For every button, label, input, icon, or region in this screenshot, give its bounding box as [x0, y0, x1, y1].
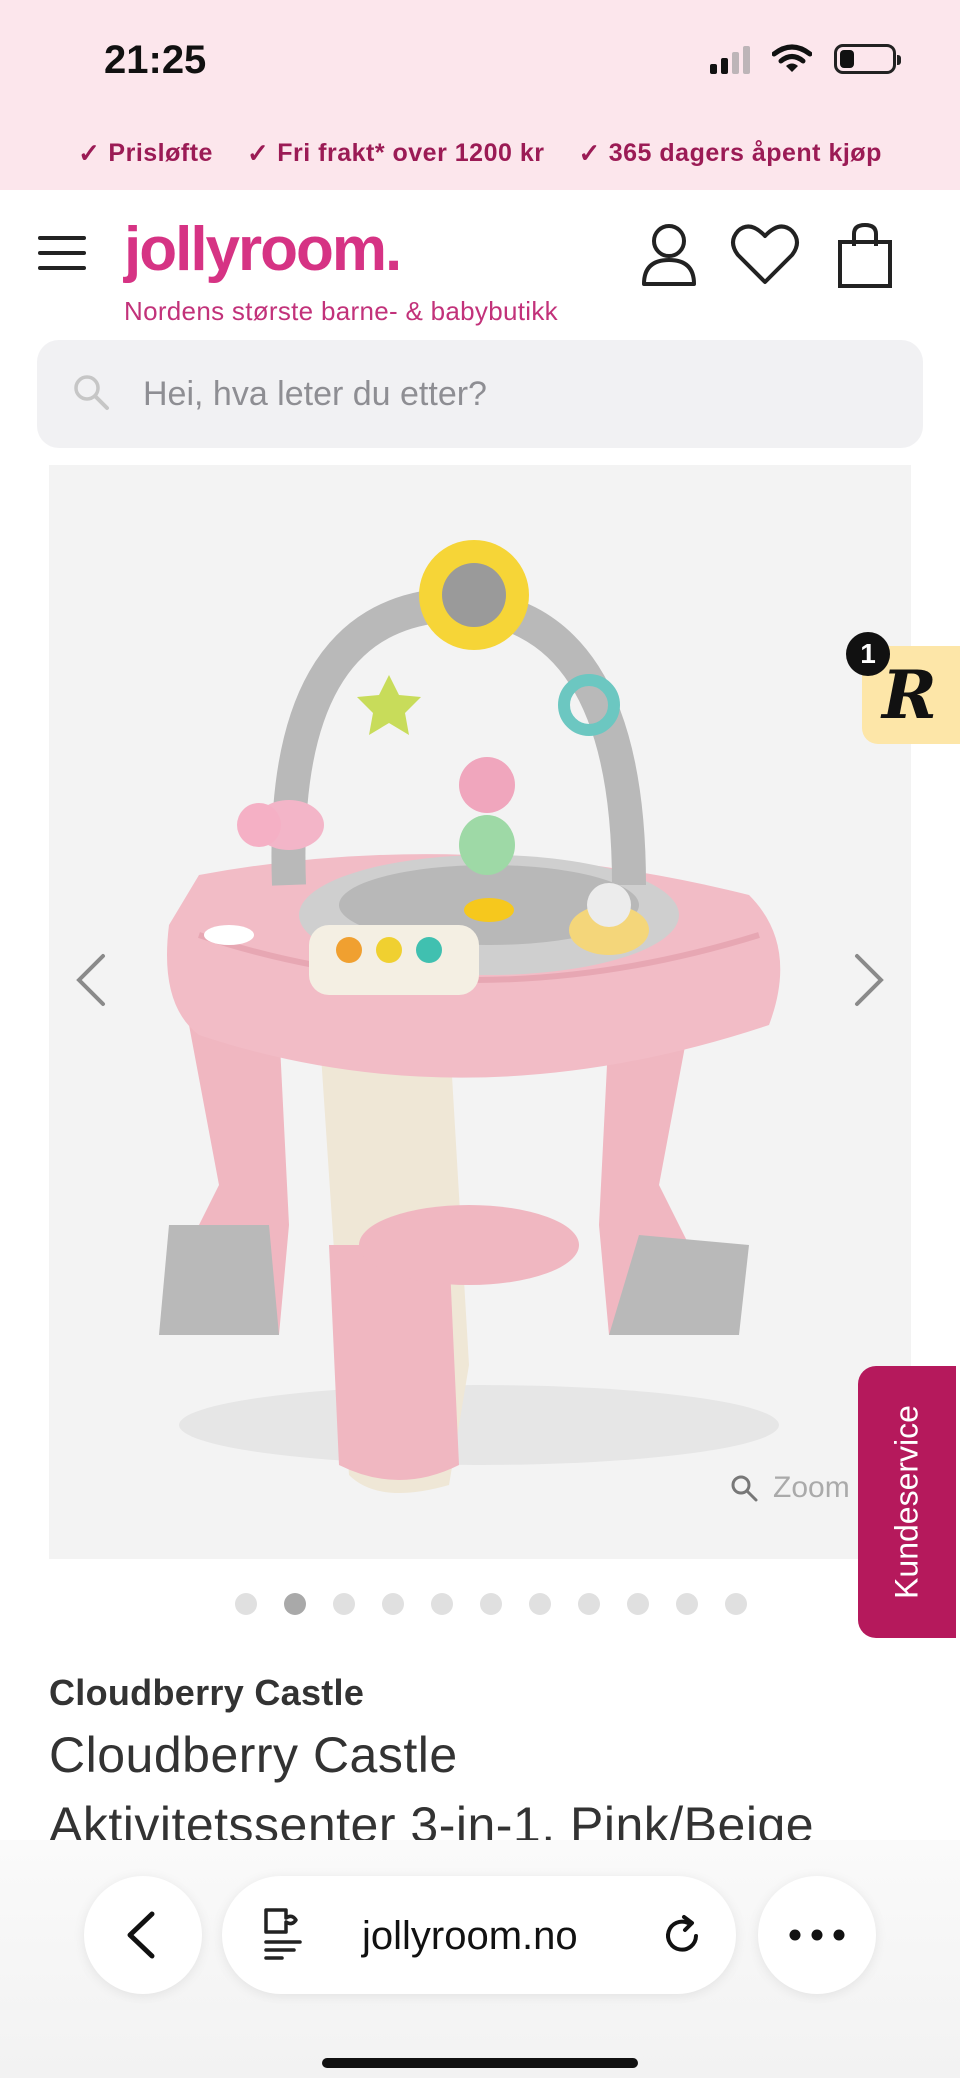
usp-item: ✓ Fri frakt* over 1200 kr: [246, 138, 545, 168]
zoom-button[interactable]: Zoom: [729, 1471, 850, 1505]
back-chevron-icon: [127, 1911, 155, 1959]
browser-more-button[interactable]: [758, 1876, 876, 1994]
product-title: Cloudberry Castle Aktivitetssenter 3-in-…: [49, 1720, 929, 1840]
pagination-dot[interactable]: [333, 1593, 355, 1615]
r-logo-icon: R: [882, 656, 937, 734]
reload-icon[interactable]: [660, 1914, 704, 1958]
browser-address-bar[interactable]: jollyroom.no: [222, 1876, 736, 1994]
url-text: jollyroom.no: [362, 1914, 578, 1958]
home-indicator: [322, 2058, 638, 2068]
wishlist-heart-icon[interactable]: [730, 222, 800, 286]
check-icon: ✓: [578, 138, 601, 168]
status-icons: [710, 44, 901, 74]
check-icon: ✓: [78, 138, 101, 168]
account-icon[interactable]: [640, 222, 698, 288]
customer-service-tab[interactable]: Kundeservice: [858, 1366, 956, 1638]
pagination-dot[interactable]: [627, 1593, 649, 1615]
site-tagline: Nordens største barne- & babybutikk: [124, 296, 558, 326]
gallery-pagination[interactable]: [235, 1593, 747, 1615]
next-image-arrow-icon[interactable]: [849, 950, 889, 1010]
more-dots-icon: [789, 1929, 845, 1941]
usp-item: ✓ 365 dagers åpent kjøp: [578, 138, 882, 168]
pagination-dot[interactable]: [284, 1593, 306, 1615]
page-tools-icon[interactable]: [260, 1906, 308, 1962]
product-title-line: Aktivitetssenter 3-in-1, Pink/Beige: [49, 1797, 815, 1840]
search-bar[interactable]: [37, 340, 923, 448]
search-icon: [74, 375, 109, 410]
pagination-dot[interactable]: [382, 1593, 404, 1615]
search-input[interactable]: [143, 370, 863, 418]
usp-item: ✓ Prisløfte: [78, 138, 213, 168]
zoom-label: Zoom: [773, 1471, 850, 1504]
wifi-icon: [772, 44, 812, 72]
pagination-dot[interactable]: [725, 1593, 747, 1615]
pagination-dot[interactable]: [480, 1593, 502, 1615]
product-brand[interactable]: Cloudberry Castle: [49, 1672, 364, 1714]
pagination-dot[interactable]: [578, 1593, 600, 1615]
usp-strip: ✓ Prisløfte ✓ Fri frakt* over 1200 kr ✓ 365…: [0, 138, 960, 169]
menu-icon[interactable]: [38, 236, 86, 270]
battery-icon: [834, 44, 901, 74]
previous-image-arrow-icon[interactable]: [71, 950, 111, 1010]
product-image: [159, 540, 781, 1493]
signal-icon: [710, 44, 750, 74]
notification-count-badge: 1: [846, 632, 890, 676]
cart-bag-icon[interactable]: [836, 222, 894, 290]
pagination-dot[interactable]: [529, 1593, 551, 1615]
site-logo[interactable]: jollyroom.: [124, 214, 402, 285]
pagination-dot[interactable]: [431, 1593, 453, 1615]
status-time: 21:25: [104, 38, 207, 82]
customer-service-label: Kundeservice: [888, 1405, 925, 1599]
pagination-dot[interactable]: [235, 1593, 257, 1615]
product-title-line: Cloudberry Castle: [49, 1727, 458, 1783]
zoom-magnifier-icon: [731, 1475, 758, 1502]
browser-back-button[interactable]: [84, 1876, 202, 1994]
check-icon: ✓: [246, 138, 270, 168]
product-image-gallery[interactable]: Zoom: [49, 465, 911, 1559]
pagination-dot[interactable]: [676, 1593, 698, 1615]
